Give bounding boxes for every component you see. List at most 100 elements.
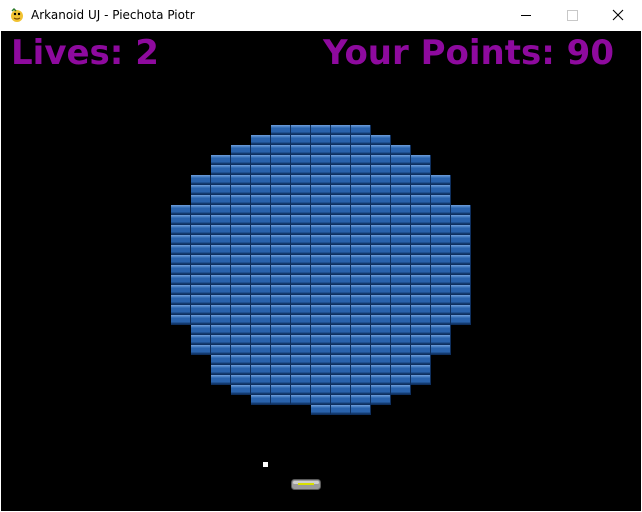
brick: [231, 215, 251, 225]
brick: [331, 275, 351, 285]
brick: [291, 295, 311, 305]
brick: [331, 235, 351, 245]
brick: [231, 175, 251, 185]
title-bar[interactable]: Arkanoid UJ - Piechota Piotr: [0, 0, 642, 31]
brick: [371, 265, 391, 275]
brick: [211, 175, 231, 185]
brick: [371, 295, 391, 305]
brick: [171, 305, 191, 315]
brick: [271, 155, 291, 165]
brick: [391, 335, 411, 345]
brick: [371, 165, 391, 175]
brick: [371, 335, 391, 345]
brick: [331, 155, 351, 165]
brick: [331, 385, 351, 395]
brick: [391, 235, 411, 245]
brick: [391, 355, 411, 365]
brick: [351, 245, 371, 255]
brick: [291, 255, 311, 265]
brick: [431, 335, 451, 345]
brick: [431, 345, 451, 355]
brick: [291, 345, 311, 355]
brick: [411, 355, 431, 365]
brick: [411, 215, 431, 225]
brick: [291, 165, 311, 175]
brick: [291, 235, 311, 245]
brick: [331, 375, 351, 385]
brick: [291, 395, 311, 405]
brick: [451, 245, 471, 255]
brick: [431, 205, 451, 215]
game-canvas[interactable]: Lives: 2 Your Points: 90: [1, 31, 641, 511]
brick: [211, 365, 231, 375]
points-counter: Your Points: 90: [322, 33, 614, 73]
brick: [271, 225, 291, 235]
brick: [271, 265, 291, 275]
brick: [211, 275, 231, 285]
brick: [351, 155, 371, 165]
brick: [251, 185, 271, 195]
paddle[interactable]: [291, 475, 321, 490]
brick: [291, 305, 311, 315]
brick: [191, 175, 211, 185]
brick: [271, 185, 291, 195]
brick: [271, 375, 291, 385]
brick: [371, 135, 391, 145]
brick: [271, 125, 291, 135]
brick: [351, 405, 371, 415]
brick: [331, 135, 351, 145]
brick: [371, 155, 391, 165]
close-button[interactable]: [595, 0, 641, 31]
brick: [231, 145, 251, 155]
brick: [351, 375, 371, 385]
brick: [451, 265, 471, 275]
brick: [351, 205, 371, 215]
brick: [411, 225, 431, 235]
brick: [171, 295, 191, 305]
brick: [291, 375, 311, 385]
brick: [191, 185, 211, 195]
brick: [311, 375, 331, 385]
brick: [231, 345, 251, 355]
brick: [331, 325, 351, 335]
brick: [351, 215, 371, 225]
brick: [391, 225, 411, 235]
brick: [351, 325, 371, 335]
brick: [351, 305, 371, 315]
brick: [191, 305, 211, 315]
brick: [211, 375, 231, 385]
brick-field: [1, 31, 641, 511]
maximize-button[interactable]: [549, 0, 595, 31]
brick: [311, 225, 331, 235]
brick: [391, 265, 411, 275]
brick: [391, 175, 411, 185]
brick: [291, 325, 311, 335]
brick: [371, 235, 391, 245]
brick: [271, 385, 291, 395]
brick: [291, 245, 311, 255]
brick: [311, 315, 331, 325]
brick: [371, 385, 391, 395]
brick: [191, 325, 211, 335]
brick: [171, 285, 191, 295]
brick: [291, 335, 311, 345]
brick: [351, 315, 371, 325]
brick: [211, 225, 231, 235]
brick: [451, 235, 471, 245]
brick: [311, 405, 331, 415]
brick: [331, 255, 351, 265]
brick: [191, 205, 211, 215]
brick: [211, 205, 231, 215]
brick: [311, 195, 331, 205]
brick: [411, 265, 431, 275]
minimize-button[interactable]: [503, 0, 549, 31]
brick: [431, 295, 451, 305]
brick: [411, 205, 431, 215]
brick: [291, 385, 311, 395]
brick: [191, 295, 211, 305]
brick: [411, 295, 431, 305]
brick: [371, 255, 391, 265]
brick: [431, 255, 451, 265]
brick: [291, 145, 311, 155]
brick: [331, 405, 351, 415]
